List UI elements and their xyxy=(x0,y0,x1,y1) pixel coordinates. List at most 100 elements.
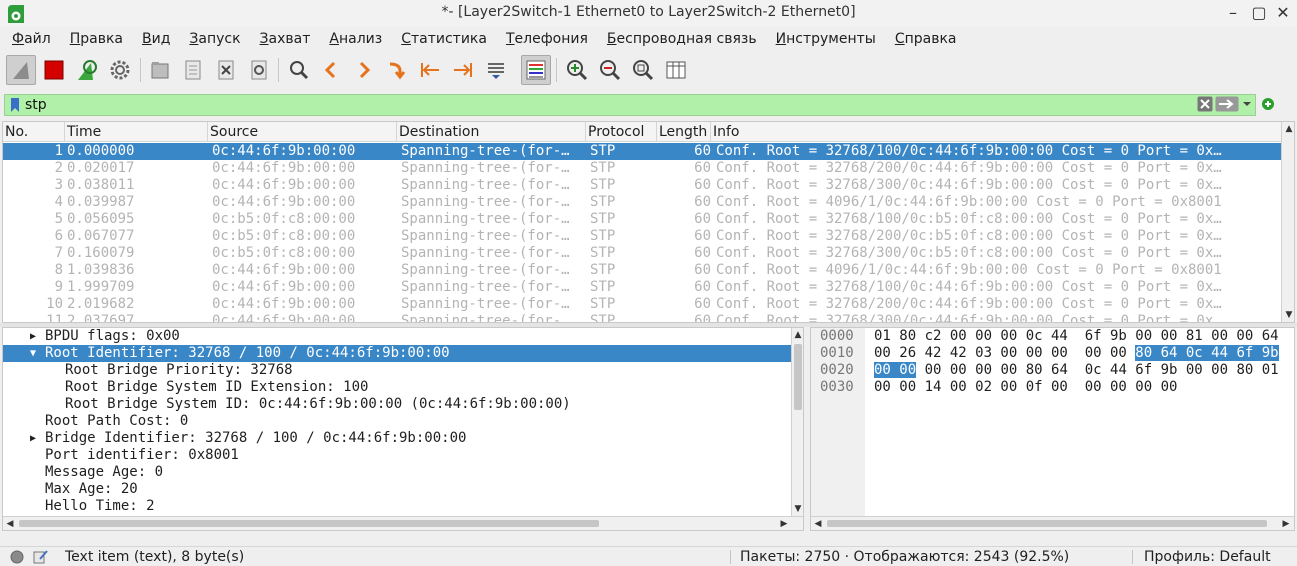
bytes-horizontal-scrollbar[interactable]: ◀ ▶ xyxy=(811,516,1294,530)
packet-row[interactable]: 11 2.037697 0c:44:6f:9b:00:00 Spanning-tree… xyxy=(3,313,1281,322)
add-filter-button-icon[interactable] xyxy=(1261,97,1275,111)
scrollbar-thumb[interactable] xyxy=(794,344,802,410)
scroll-up-arrow-icon[interactable]: ▲ xyxy=(1282,122,1294,136)
detail-tree-item[interactable]: Port identifier: 0x8001 xyxy=(3,447,791,464)
detail-tree-item[interactable]: ▶ Bridge Identifier: 32768 / 100 / 0c:44:… xyxy=(3,430,791,447)
restart-capture-icon[interactable] xyxy=(72,55,102,85)
menu-analyze[interactable]: Анализ xyxy=(317,28,389,50)
menu-edit[interactable]: Правка xyxy=(58,28,130,50)
clear-filter-icon[interactable] xyxy=(1197,96,1213,112)
last-packet-icon[interactable] xyxy=(448,55,478,85)
column-header-protocol[interactable]: Protocol xyxy=(586,122,657,142)
scroll-left-arrow-icon[interactable]: ◀ xyxy=(811,517,825,530)
packet-row[interactable]: 10 2.019682 0c:44:6f:9b:00:00 Spanning-tree… xyxy=(3,296,1281,313)
save-file-icon[interactable] xyxy=(178,55,208,85)
find-packet-icon[interactable] xyxy=(284,55,314,85)
zoom-normal-icon[interactable] xyxy=(628,55,658,85)
edit-comment-icon[interactable] xyxy=(33,550,49,564)
hex-dump-row[interactable]: 0020 00 00 00 00 00 00 80 64 0c 44 6f 9b … xyxy=(811,362,1294,379)
minimize-icon[interactable]: – xyxy=(1224,4,1242,22)
stop-capture-icon[interactable] xyxy=(39,55,69,85)
zoom-out-icon[interactable] xyxy=(595,55,625,85)
menu-file[interactable]: Файл xyxy=(0,28,58,50)
menu-wireless[interactable]: Беспроводная связь xyxy=(595,28,764,50)
column-header-length[interactable]: Length xyxy=(657,122,711,142)
go-to-packet-icon[interactable] xyxy=(382,55,412,85)
detail-tree-item[interactable]: Root Bridge System ID Extension: 100 xyxy=(3,379,791,396)
column-header-no[interactable]: No. xyxy=(3,122,65,142)
colorize-list-icon[interactable] xyxy=(521,55,551,85)
packet-cell-src: 0c:44:6f:9b:00:00 xyxy=(212,262,356,278)
collapsed-arrow-icon[interactable]: ▶ xyxy=(30,430,36,447)
menu-go[interactable]: Запуск xyxy=(177,28,247,50)
open-file-icon[interactable] xyxy=(145,55,175,85)
menu-capture[interactable]: Захват xyxy=(248,28,318,50)
filter-bookmark-icon[interactable] xyxy=(10,97,20,113)
menu-statistics[interactable]: Статистика xyxy=(389,28,494,50)
packet-row[interactable]: 8 1.039836 0c:44:6f:9b:00:00 Spanning-tree-… xyxy=(3,262,1281,279)
menu-tools[interactable]: Инструменты xyxy=(764,28,883,50)
close-icon[interactable]: ✕ xyxy=(1274,4,1292,22)
menu-telephony[interactable]: Телефония xyxy=(494,28,595,50)
menu-help[interactable]: Справка xyxy=(883,28,964,50)
packet-list-scrollbar[interactable]: ▲ ▼ xyxy=(1281,122,1294,322)
details-vertical-scrollbar[interactable]: ▲ ▼ xyxy=(791,328,803,516)
go-back-icon[interactable] xyxy=(316,55,346,85)
detail-tree-item[interactable]: Root Bridge Priority: 32768 xyxy=(3,362,791,379)
autoscroll-icon[interactable] xyxy=(481,55,511,85)
detail-tree-item[interactable]: Root Bridge System ID: 0c:44:6f:9b:00:00… xyxy=(3,396,791,413)
packet-row[interactable]: 3 0.038011 0c:44:6f:9b:00:00 Spanning-tree-… xyxy=(3,177,1281,194)
close-file-icon[interactable] xyxy=(211,55,241,85)
packet-row[interactable]: 1 0.000000 0c:44:6f:9b:00:00 Spanning-tree-… xyxy=(3,143,1281,160)
display-filter-input[interactable] xyxy=(25,95,1185,115)
resize-columns-icon[interactable] xyxy=(661,55,691,85)
detail-tree-item[interactable]: Root Path Cost: 0 xyxy=(3,413,791,430)
hex-dump-row[interactable]: 0030 00 00 14 00 02 00 0f 00 00 00 00 00 xyxy=(811,379,1294,396)
column-header-destination[interactable]: Destination xyxy=(397,122,586,142)
scrollbar-thumb[interactable] xyxy=(827,520,1267,527)
packet-cell-src: 0c:44:6f:9b:00:00 xyxy=(212,194,356,210)
apply-filter-arrow-icon[interactable] xyxy=(1215,96,1239,112)
menu-view[interactable]: Вид xyxy=(130,28,177,50)
go-forward-icon[interactable] xyxy=(349,55,379,85)
packet-cell-len: 60 xyxy=(694,262,711,278)
scroll-right-arrow-icon[interactable]: ▶ xyxy=(1279,517,1293,530)
capture-status-icon[interactable] xyxy=(10,550,24,564)
packet-row[interactable]: 7 0.160079 0c:b5:0f:c8:00:00 Spanning-tree-… xyxy=(3,245,1281,262)
scroll-up-arrow-icon[interactable]: ▲ xyxy=(792,328,803,342)
scroll-down-arrow-icon[interactable]: ▼ xyxy=(1282,308,1294,322)
packet-row[interactable]: 4 0.039987 0c:44:6f:9b:00:00 Spanning-tree-… xyxy=(3,194,1281,211)
column-header-source[interactable]: Source xyxy=(208,122,397,142)
capture-options-gear-icon[interactable] xyxy=(105,55,135,85)
packet-cell-no: 6 xyxy=(54,228,63,244)
detail-tree-item[interactable]: ▶ BPDU flags: 0x00 xyxy=(3,328,791,345)
first-packet-icon[interactable] xyxy=(415,55,445,85)
zoom-in-icon[interactable] xyxy=(562,55,592,85)
column-header-time[interactable]: Time xyxy=(65,122,208,142)
reload-file-icon[interactable] xyxy=(244,55,274,85)
detail-tree-item[interactable]: Max Age: 20 xyxy=(3,481,791,498)
detail-tree-item[interactable]: ▼ Root Identifier: 32768 / 100 / 0c:44:6f… xyxy=(3,345,791,362)
details-horizontal-scrollbar[interactable]: ◀ ▶ xyxy=(3,516,803,530)
maximize-icon[interactable]: ▢ xyxy=(1250,4,1268,22)
filter-history-dropdown-icon[interactable] xyxy=(1241,96,1253,112)
detail-tree-item[interactable]: Hello Time: 2 xyxy=(3,498,791,515)
packet-row[interactable]: 6 0.067077 0c:b5:0f:c8:00:00 Spanning-tree-… xyxy=(3,228,1281,245)
hex-bytes-highlighted: 00 00 xyxy=(874,362,917,378)
packet-row[interactable]: 9 1.999709 0c:44:6f:9b:00:00 Spanning-tree-… xyxy=(3,279,1281,296)
packet-row[interactable]: 2 0.020017 0c:44:6f:9b:00:00 Spanning-tree-… xyxy=(3,160,1281,177)
column-header-info[interactable]: Info xyxy=(711,122,1281,142)
packet-cell-info: Conf. Root = 32768/200/0c:44:6f:9b:00:00… xyxy=(716,160,1222,176)
status-profile[interactable]: Профиль: Default xyxy=(1144,547,1271,566)
detail-tree-item[interactable]: Message Age: 0 xyxy=(3,464,791,481)
scroll-down-arrow-icon[interactable]: ▼ xyxy=(792,502,803,516)
start-capture-fin-icon[interactable] xyxy=(6,55,36,85)
hex-dump-row[interactable]: 0010 00 26 42 42 03 00 00 00 00 00 80 64 … xyxy=(811,345,1294,362)
scrollbar-thumb[interactable] xyxy=(19,520,599,527)
scroll-left-arrow-icon[interactable]: ◀ xyxy=(3,517,17,530)
packet-row[interactable]: 5 0.056095 0c:b5:0f:c8:00:00 Spanning-tree-… xyxy=(3,211,1281,228)
expanded-arrow-icon[interactable]: ▼ xyxy=(30,345,36,362)
collapsed-arrow-icon[interactable]: ▶ xyxy=(30,328,36,345)
scroll-right-arrow-icon[interactable]: ▶ xyxy=(777,517,791,530)
hex-dump-row[interactable]: 0000 01 80 c2 00 00 00 0c 44 6f 9b 00 00 … xyxy=(811,328,1294,345)
